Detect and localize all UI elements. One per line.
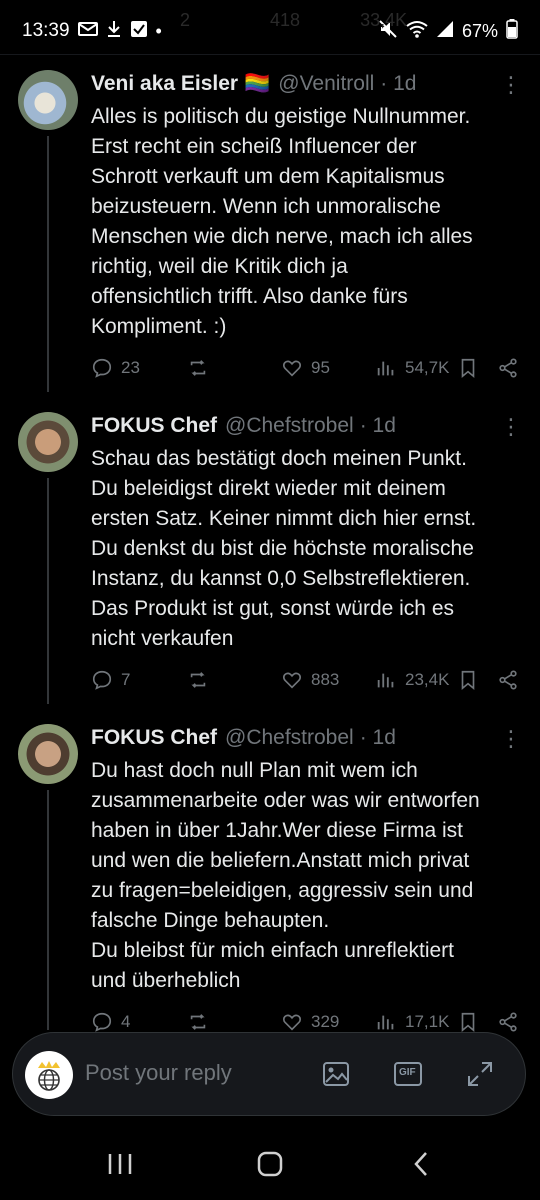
- thread-line-1: [47, 136, 49, 392]
- views-icon: [377, 361, 394, 376]
- gif-icon[interactable]: GIF: [393, 1059, 423, 1094]
- battery-percent: 67%: [461, 20, 498, 41]
- views-button[interactable]: 23,4K: [375, 669, 449, 691]
- status-time: 13:39: [22, 20, 70, 41]
- rainbow-flag-icon: 🏳️‍🌈: [244, 72, 271, 95]
- more-options-icon[interactable]: ⋮: [500, 726, 522, 752]
- check-box-icon: [130, 20, 148, 43]
- reply-button[interactable]: 4: [91, 1011, 130, 1033]
- tweet-actions: 23 95 54,7K: [91, 354, 523, 382]
- timestamp: · 1d: [380, 72, 417, 95]
- heart-icon: [282, 1014, 302, 1031]
- share-button[interactable]: [497, 669, 519, 691]
- tweet-text: Schau das bestätigt doch meinen Punkt. D…: [91, 447, 477, 650]
- bookmark-button[interactable]: [457, 1011, 479, 1033]
- tweet-actions: 7 883 23,4K: [91, 666, 523, 694]
- bookmark-button[interactable]: [457, 357, 479, 379]
- ghost-count-2: 418: [270, 10, 301, 30]
- recent-apps-icon[interactable]: [106, 1150, 134, 1183]
- reply-count: 4: [121, 1012, 131, 1031]
- crown-globe-icon[interactable]: [25, 1051, 73, 1099]
- share-icon: [499, 670, 517, 690]
- repost-button[interactable]: [187, 1011, 209, 1033]
- tweet-text: Du hast doch null Plan mit wem ich zusam…: [91, 759, 480, 992]
- reply-button[interactable]: 23: [91, 357, 140, 379]
- like-count: 883: [311, 670, 340, 689]
- avatar[interactable]: [18, 412, 78, 472]
- user-handle[interactable]: @Venitroll: [278, 72, 374, 96]
- tweet-text: Alles is politisch du geistige Nullnumme…: [91, 105, 473, 338]
- mail-icon: [77, 21, 98, 42]
- view-count: 54,7K: [405, 358, 450, 377]
- reply-count: 23: [121, 358, 140, 377]
- background-ghost-counts: 2 418 33,4K: [180, 10, 407, 31]
- timestamp: · 1d: [359, 414, 396, 437]
- display-name[interactable]: FOKUS Chef: [91, 726, 217, 750]
- like-button[interactable]: 95: [281, 357, 330, 379]
- thread-line-2: [47, 478, 49, 704]
- home-icon[interactable]: [256, 1150, 284, 1183]
- share-button[interactable]: [497, 1011, 519, 1033]
- more-options-icon[interactable]: ⋮: [500, 72, 522, 98]
- like-button[interactable]: 883: [281, 669, 339, 691]
- views-button[interactable]: 17,1K: [375, 1011, 449, 1033]
- reply-icon: [92, 670, 112, 690]
- reply-composer[interactable]: Post your reply GIF: [12, 1032, 526, 1116]
- reply-icon: [92, 1012, 112, 1032]
- bookmark-icon: [461, 1012, 475, 1033]
- header-divider: [0, 54, 540, 55]
- heart-icon: [282, 360, 302, 377]
- image-icon[interactable]: [321, 1059, 351, 1094]
- display-name[interactable]: FOKUS Chef: [91, 414, 217, 438]
- avatar[interactable]: [18, 70, 78, 130]
- like-count: 95: [311, 358, 330, 377]
- repost-button[interactable]: [187, 357, 209, 379]
- repost-icon: [190, 1014, 206, 1030]
- reply-button[interactable]: 7: [91, 669, 130, 691]
- system-navigation-bar: [0, 1130, 540, 1200]
- reply-icon: [92, 358, 112, 378]
- share-icon: [499, 1012, 517, 1032]
- thread-line-3: [47, 790, 49, 1030]
- display-name[interactable]: Veni aka Eisler: [91, 72, 238, 96]
- tweet-header: FOKUS Chef @Chefstrobel · 1d ⋮: [91, 726, 522, 752]
- more-options-icon[interactable]: ⋮: [500, 414, 522, 440]
- views-icon: [377, 673, 394, 688]
- avatar[interactable]: [18, 724, 78, 784]
- user-handle[interactable]: @Chefstrobel: [225, 414, 354, 438]
- dot-icon: •: [155, 20, 162, 41]
- repost-icon: [190, 360, 206, 376]
- user-handle[interactable]: @Chefstrobel: [225, 726, 354, 750]
- wifi-icon: [406, 20, 428, 43]
- bookmark-icon: [461, 670, 475, 691]
- bookmark-button[interactable]: [457, 669, 479, 691]
- battery-icon: [506, 18, 518, 44]
- status-left: 13:39 •: [22, 20, 162, 43]
- view-count: 17,1K: [405, 1012, 450, 1031]
- like-button[interactable]: 329: [281, 1011, 339, 1033]
- reply-input[interactable]: Post your reply: [85, 1060, 232, 1086]
- gif-label: GIF: [399, 1067, 416, 1078]
- download-icon: [106, 20, 122, 43]
- tweet-header: FOKUS Chef @Chefstrobel · 1d ⋮: [91, 414, 522, 440]
- repost-button[interactable]: [187, 669, 209, 691]
- views-icon: [377, 1015, 394, 1030]
- tweet-header: Veni aka Eisler 🏳️‍🌈 @Venitroll · 1d ⋮: [91, 72, 522, 98]
- ghost-count-3: 33,4K: [360, 10, 408, 30]
- reply-count: 7: [121, 670, 131, 689]
- share-button[interactable]: [497, 357, 519, 379]
- share-icon: [499, 358, 517, 378]
- signal-icon: [436, 20, 454, 43]
- expand-icon[interactable]: [465, 1059, 495, 1094]
- back-icon[interactable]: [408, 1150, 436, 1183]
- bookmark-icon: [461, 358, 475, 379]
- views-button[interactable]: 54,7K: [375, 357, 449, 379]
- like-count: 329: [311, 1012, 340, 1031]
- heart-icon: [282, 672, 302, 689]
- timestamp: · 1d: [359, 726, 396, 749]
- ghost-count-1: 2: [180, 10, 191, 30]
- repost-icon: [190, 672, 206, 688]
- view-count: 23,4K: [405, 670, 450, 689]
